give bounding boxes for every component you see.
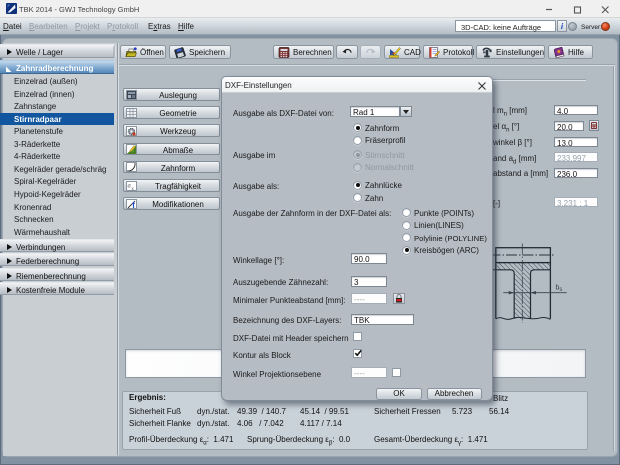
svg-text:bs: bs xyxy=(556,285,563,294)
svg-text:x: x xyxy=(131,186,134,191)
